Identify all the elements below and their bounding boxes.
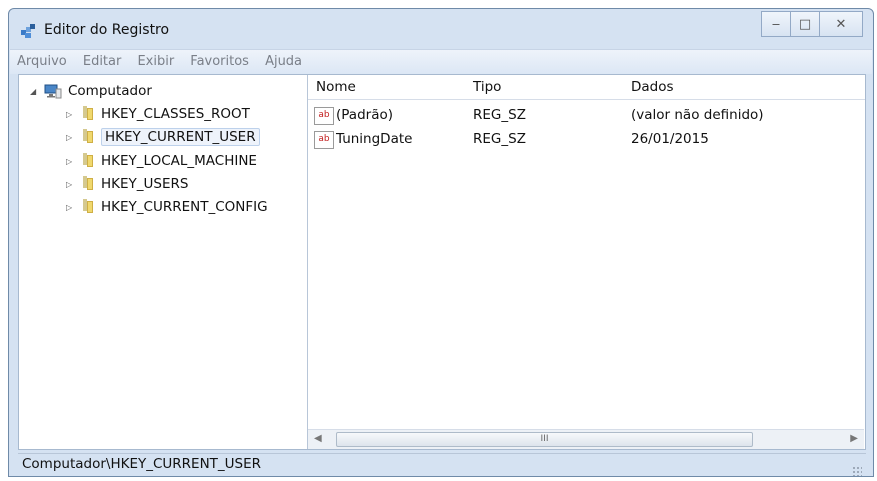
horizontal-scrollbar[interactable]: ◀ III ▶ <box>308 429 864 449</box>
column-header-dados[interactable]: Dados <box>631 79 674 95</box>
tree-item-hkey-users[interactable]: ▷ HKEY_USERS <box>66 173 188 195</box>
tree-item-hkey-classes-root[interactable]: ▷ HKEY_CLASSES_ROOT <box>66 103 250 125</box>
minimize-icon: ‒ <box>771 16 781 32</box>
string-value-icon: ab <box>314 107 334 125</box>
values-list-pane: Nome Tipo Dados ab (Padrão) REG_SZ (valo… <box>308 75 865 449</box>
folder-icon <box>80 153 94 167</box>
minimize-button[interactable]: ‒ <box>761 11 791 37</box>
close-button[interactable]: ✕ <box>819 11 863 37</box>
window-controls: ‒ □ ✕ <box>761 11 863 39</box>
tree-root-label: Computador <box>68 83 152 99</box>
tree-item-label: HKEY_CURRENT_USER <box>101 128 260 146</box>
tree-item-label: HKEY_CLASSES_ROOT <box>101 106 250 122</box>
list-row[interactable]: ab TuningDate REG_SZ 26/01/2015 <box>308 127 865 151</box>
collapsed-arrow-icon[interactable]: ▷ <box>66 110 77 119</box>
main-content: ◢ Computador ▷ HKEY_CLASSES_ROOT ▷ HKEY_… <box>18 74 866 450</box>
status-bar: Computador\HKEY_CURRENT_USER <box>18 453 866 479</box>
tree-item-label: HKEY_USERS <box>101 176 189 192</box>
menu-editar[interactable]: Editar <box>76 50 126 69</box>
menu-ajuda[interactable]: Ajuda <box>258 50 306 69</box>
folder-icon <box>80 129 94 143</box>
value-type: REG_SZ <box>473 131 526 147</box>
tree-item-hkey-current-config[interactable]: ▷ HKEY_CURRENT_CONFIG <box>66 196 268 218</box>
window-title: Editor do Registro <box>44 22 170 38</box>
collapsed-arrow-icon[interactable]: ▷ <box>66 157 77 166</box>
title-bar[interactable]: Editor do Registro ‒ □ ✕ <box>9 9 873 49</box>
expanded-arrow-icon[interactable]: ◢ <box>30 87 41 96</box>
tree-root-computador[interactable]: ◢ Computador <box>30 80 152 102</box>
value-data: (valor não definido) <box>631 107 764 123</box>
menu-exibir[interactable]: Exibir <box>130 50 178 69</box>
tree-item-hkey-current-user[interactable]: ▷ HKEY_CURRENT_USER <box>66 126 260 148</box>
value-data: 26/01/2015 <box>631 131 709 147</box>
column-header-tipo[interactable]: Tipo <box>473 79 501 95</box>
registry-editor-window: Editor do Registro ‒ □ ✕ Arquivo Editar … <box>8 8 874 477</box>
value-type: REG_SZ <box>473 107 526 123</box>
folder-icon <box>80 106 94 120</box>
close-icon: ✕ <box>835 16 847 32</box>
menu-favoritos[interactable]: Favoritos <box>183 50 253 69</box>
scrollbar-thumb[interactable]: III <box>336 432 753 447</box>
folder-icon <box>80 176 94 190</box>
list-row[interactable]: ab (Padrão) REG_SZ (valor não definido) <box>308 103 865 127</box>
resize-grip-icon[interactable] <box>852 466 862 476</box>
computer-icon <box>44 84 62 99</box>
string-value-icon: ab <box>314 131 334 149</box>
menu-bar: Arquivo Editar Exibir Favoritos Ajuda <box>10 49 872 74</box>
tree-item-hkey-local-machine[interactable]: ▷ HKEY_LOCAL_MACHINE <box>66 150 257 172</box>
collapsed-arrow-icon[interactable]: ▷ <box>66 180 77 189</box>
collapsed-arrow-icon[interactable]: ▷ <box>66 203 77 212</box>
scroll-left-arrow-icon[interactable]: ◀ <box>314 433 322 444</box>
list-header: Nome Tipo Dados <box>308 75 865 100</box>
column-header-nome[interactable]: Nome <box>316 79 356 95</box>
value-name: (Padrão) <box>336 107 393 123</box>
collapsed-arrow-icon[interactable]: ▷ <box>66 133 77 142</box>
value-name: TuningDate <box>336 131 413 147</box>
folder-icon <box>80 199 94 213</box>
registry-tree-pane: ◢ Computador ▷ HKEY_CLASSES_ROOT ▷ HKEY_… <box>19 75 308 449</box>
status-path: Computador\HKEY_CURRENT_USER <box>22 456 262 472</box>
maximize-button[interactable]: □ <box>790 11 820 37</box>
registry-editor-app-icon <box>21 24 35 38</box>
maximize-icon: □ <box>798 16 812 32</box>
tree-item-label: HKEY_CURRENT_CONFIG <box>101 199 268 215</box>
tree-item-label: HKEY_LOCAL_MACHINE <box>101 153 257 169</box>
scroll-right-arrow-icon[interactable]: ▶ <box>850 433 858 444</box>
menu-arquivo[interactable]: Arquivo <box>10 50 71 69</box>
